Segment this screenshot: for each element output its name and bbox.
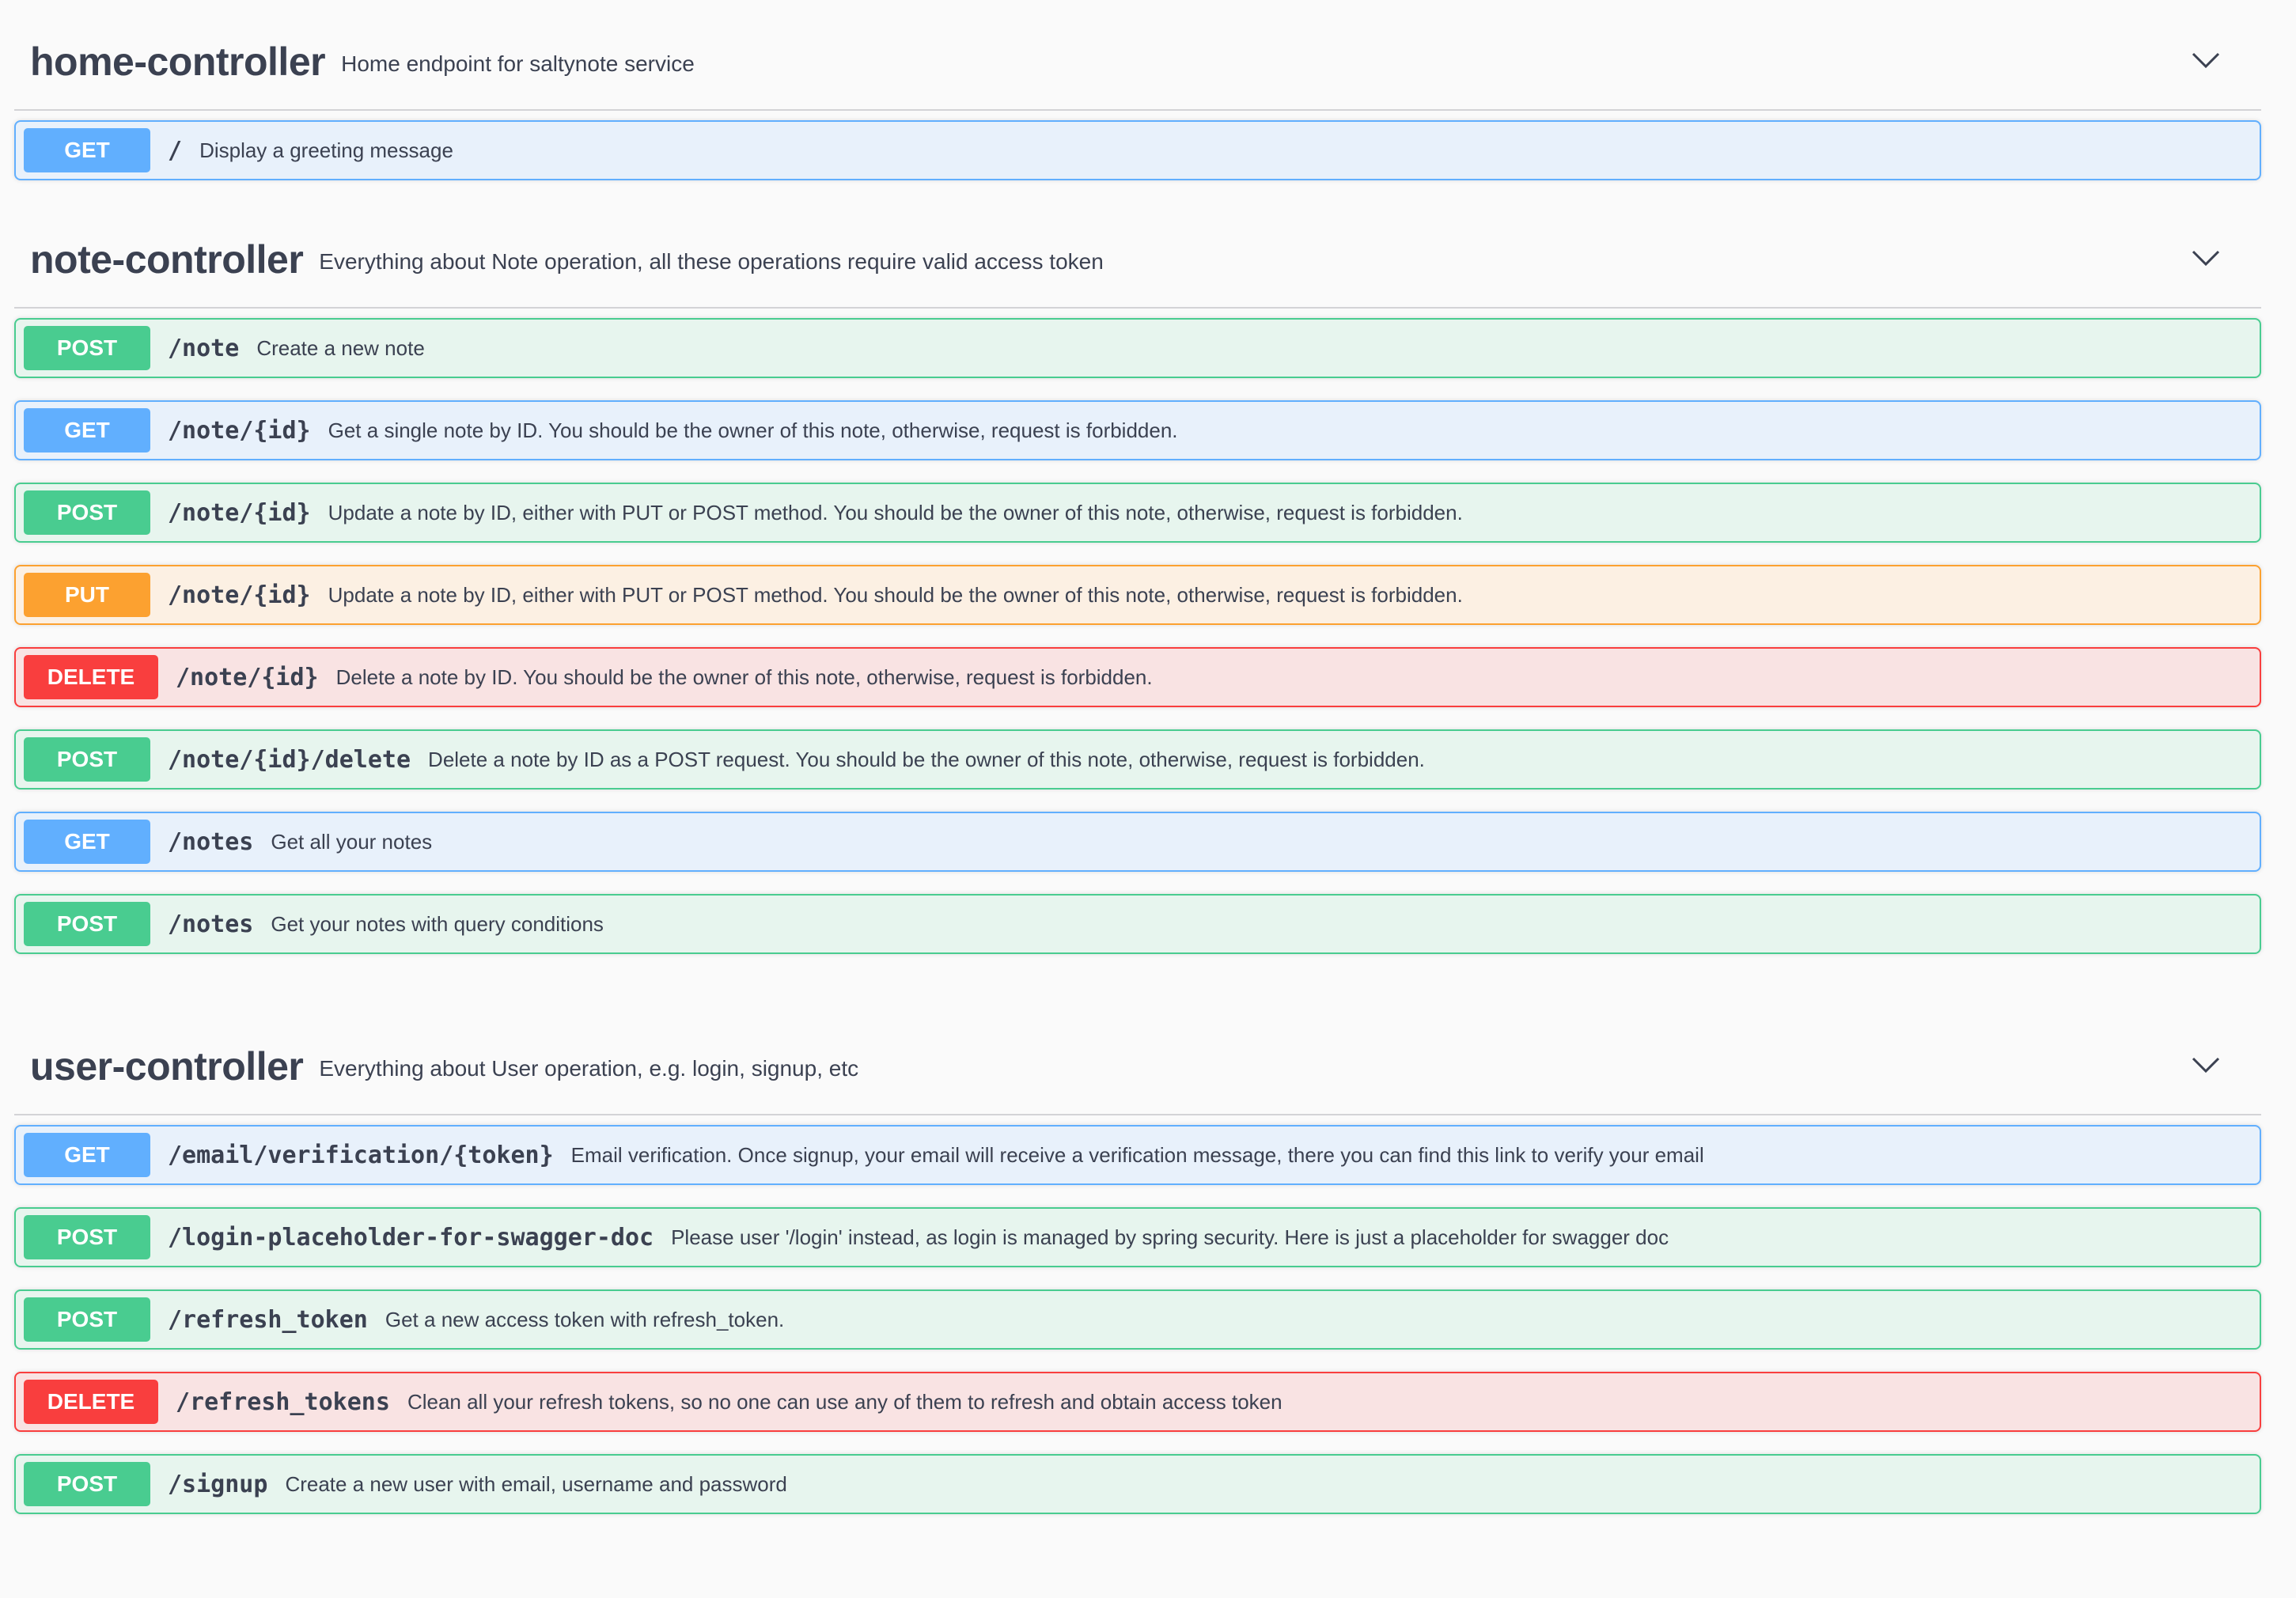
operation-get-note-id[interactable]: GET /note/{id} Get a single note by ID. … [14,400,2261,460]
operation-summary: Update a note by ID, either with PUT or … [328,500,1463,524]
tag-header[interactable]: note-controller Everything about Note op… [14,198,2261,309]
operation-summary: Display a greeting message [199,138,453,162]
method-badge: DELETE [24,1380,158,1424]
method-badge: GET [24,820,150,864]
tag-name: user-controller [30,1044,304,1089]
tag-name: home-controller [30,40,326,84]
tag-header[interactable]: user-controller Everything about User op… [14,1005,2261,1115]
operation-summary: Update a note by ID, either with PUT or … [328,582,1463,607]
operation-post-notes[interactable]: POST /notes Get your notes with query co… [14,894,2261,954]
operation-path: /refresh_token [168,1305,368,1334]
tag-description: Everything about User operation, e.g. lo… [319,1056,859,1081]
method-badge: POST [24,737,150,782]
operation-path: /note/{id} [168,581,311,609]
operation-put-note-id[interactable]: PUT /note/{id} Update a note by ID, eith… [14,565,2261,625]
operation-path: /note/{id}/delete [168,745,411,774]
operation-get-email-verification[interactable]: GET /email/verification/{token} Email ve… [14,1125,2261,1185]
operation-path: /note/{id} [176,663,319,691]
operation-path: /note [168,334,240,362]
tag-section-note-controller: note-controller Everything about Note op… [14,198,2261,954]
operation-summary: Get all your notes [271,829,433,854]
tag-description: Home endpoint for saltynote service [341,51,695,76]
tag-name: note-controller [30,237,304,282]
method-badge: POST [24,490,150,535]
operation-get-notes[interactable]: GET /notes Get all your notes [14,812,2261,872]
operation-summary: Delete a note by ID as a POST request. Y… [428,747,1425,771]
operation-summary: Delete a note by ID. You should be the o… [335,665,1153,689]
swagger-operations-view: home-controller Home endpoint for saltyn… [0,0,2296,1598]
method-badge: POST [24,902,150,946]
method-badge: DELETE [24,655,158,699]
operation-summary: Create a new note [256,335,425,360]
operation-summary: Get your notes with query conditions [271,911,604,936]
method-badge: GET [24,128,150,172]
method-badge: PUT [24,573,150,617]
method-badge: POST [24,1297,150,1342]
operation-path: /note/{id} [168,498,311,527]
operation-path: /signup [168,1470,268,1498]
operation-post-signup[interactable]: POST /signup Create a new user with emai… [14,1454,2261,1514]
operation-summary: Get a single note by ID. You should be t… [328,418,1178,442]
method-badge: POST [24,1215,150,1259]
method-badge: POST [24,326,150,370]
operation-path: /notes [168,910,254,938]
chevron-down-icon[interactable] [2190,44,2222,76]
operation-path: /note/{id} [168,416,311,445]
operation-summary: Create a new user with email, username a… [285,1471,787,1496]
operation-post-note[interactable]: POST /note Create a new note [14,318,2261,378]
operation-delete-refresh-tokens[interactable]: DELETE /refresh_tokens Clean all your re… [14,1372,2261,1432]
tag-section-home-controller: home-controller Home endpoint for saltyn… [14,0,2261,180]
method-badge: POST [24,1462,150,1506]
operation-path: /login-placeholder-for-swagger-doc [168,1223,654,1252]
method-badge: GET [24,408,150,453]
tag-header[interactable]: home-controller Home endpoint for saltyn… [14,0,2261,111]
operation-summary: Get a new access token with refresh_toke… [385,1307,785,1331]
operation-post-refresh-token[interactable]: POST /refresh_token Get a new access tok… [14,1289,2261,1350]
operation-summary: Email verification. Once signup, your em… [570,1142,1704,1167]
operation-path: / [168,136,183,165]
chevron-down-icon[interactable] [2190,242,2222,274]
operation-summary: Clean all your refresh tokens, so no one… [407,1389,1283,1414]
tag-description: Everything about Note operation, all the… [319,249,1104,274]
operation-post-note-id-delete[interactable]: POST /note/{id}/delete Delete a note by … [14,729,2261,790]
operation-delete-note-id[interactable]: DELETE /note/{id} Delete a note by ID. Y… [14,647,2261,707]
chevron-down-icon[interactable] [2190,1049,2222,1081]
operation-path: /email/verification/{token} [168,1141,554,1169]
operation-path: /notes [168,827,254,856]
operation-post-login-placeholder[interactable]: POST /login-placeholder-for-swagger-doc … [14,1207,2261,1267]
method-badge: GET [24,1133,150,1177]
tag-section-user-controller: user-controller Everything about User op… [14,1005,2261,1514]
operation-path: /refresh_tokens [176,1388,390,1416]
operation-get-root[interactable]: GET / Display a greeting message [14,120,2261,180]
operation-summary: Please user '/login' instead, as login i… [671,1225,1669,1249]
operation-post-note-id[interactable]: POST /note/{id} Update a note by ID, eit… [14,483,2261,543]
